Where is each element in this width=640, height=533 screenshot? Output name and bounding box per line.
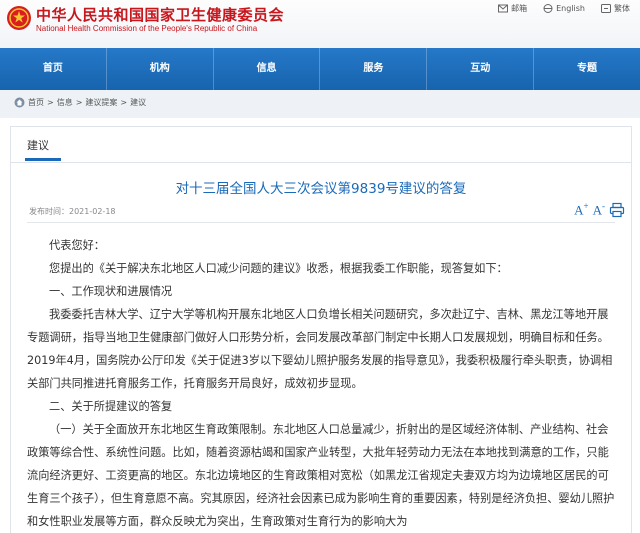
nav-item-home[interactable]: 首页 [0, 48, 107, 90]
breadcrumb-separator: > [120, 98, 128, 107]
breadcrumb: 首页 > 信息 > 建议提案 > 建议 [14, 97, 146, 108]
plus-icon: + [583, 201, 589, 211]
section-label: 建议 [27, 139, 49, 152]
breadcrumb-info[interactable]: 信息 [57, 97, 73, 108]
mail-link[interactable]: 邮箱 [498, 3, 527, 14]
globe-icon [543, 4, 553, 13]
print-icon[interactable] [609, 202, 625, 218]
section-underline [25, 158, 61, 161]
article-body: 代表您好： 您提出的《关于解决东北地区人口减少问题的建议》收悉，根据我委工作职能… [27, 234, 619, 533]
mail-icon [498, 4, 509, 13]
minus-icon: - [602, 201, 605, 211]
breadcrumb-separator: > [75, 98, 83, 107]
breadcrumb-separator: > [47, 98, 54, 107]
paragraph: （一）关于全面放开东北地区生育政策限制。东北地区人口总量减少，折射出的是区域经济… [27, 423, 615, 528]
font-increase-label: A [574, 202, 584, 218]
font-decrease-button[interactable]: A- [593, 201, 605, 218]
breadcrumb-home[interactable]: 首页 [28, 97, 44, 108]
breadcrumb-current[interactable]: 建议 [130, 97, 146, 108]
national-emblem-icon[interactable] [6, 5, 32, 31]
chinese-icon [601, 4, 611, 13]
publish-info: 发布时间：2021-02-18 [29, 206, 116, 217]
mail-link-label: 邮箱 [511, 4, 528, 13]
publish-date: 2021-02-18 [69, 207, 116, 216]
traditional-link-label: 繁体 [614, 4, 630, 13]
article-tools: A+ A- [574, 201, 625, 218]
breadcrumb-proposals[interactable]: 建议提案 [85, 97, 117, 108]
breadcrumb-bar: 首页 > 信息 > 建议提案 > 建议 [0, 90, 640, 118]
main-nav: 首页 机构 信息 服务 互动 专题 [0, 48, 640, 90]
meta-divider [27, 222, 615, 223]
paragraph: 您提出的《关于解决东北地区人口减少问题的建议》收悉，根据我委工作职能，现答复如下… [49, 262, 508, 275]
panel-header: 建议 [11, 127, 631, 163]
nav-item-organization[interactable]: 机构 [107, 48, 214, 90]
paragraph: 一、工作现状和进展情况 [49, 285, 173, 298]
english-link[interactable]: English [543, 3, 585, 14]
english-link-label: English [556, 4, 585, 13]
paragraph: 我委委托吉林大学、辽宁大学等机构开展东北地区人口负增长相关问题研究，多次赴辽宁、… [27, 308, 613, 390]
home-icon [14, 97, 25, 108]
font-increase-button[interactable]: A+ [574, 201, 588, 218]
nav-item-topics[interactable]: 专题 [534, 48, 640, 90]
nav-item-information[interactable]: 信息 [214, 48, 321, 90]
font-decrease-label: A [592, 202, 602, 218]
site-header: 中华人民共和国国家卫生健康委员会 National Health Commiss… [0, 0, 640, 48]
site-subtitle: National Health Commission of the People… [36, 24, 258, 33]
paragraph: 二、关于所提建议的答复 [49, 400, 173, 413]
paragraph: 代表您好： [49, 239, 105, 252]
publish-label: 发布时间： [29, 207, 69, 216]
content-panel: 建议 对十三届全国人大三次会议第9839号建议的答复 发布时间：2021-02-… [10, 126, 632, 533]
nav-item-interaction[interactable]: 互动 [427, 48, 535, 90]
traditional-link[interactable]: 繁体 [601, 3, 630, 14]
article-title: 对十三届全国人大三次会议第9839号建议的答复 [175, 181, 467, 197]
top-links: 邮箱 English 繁体 [498, 3, 630, 14]
nav-item-service[interactable]: 服务 [320, 48, 428, 90]
site-title[interactable]: 中华人民共和国国家卫生健康委员会 [36, 4, 284, 25]
